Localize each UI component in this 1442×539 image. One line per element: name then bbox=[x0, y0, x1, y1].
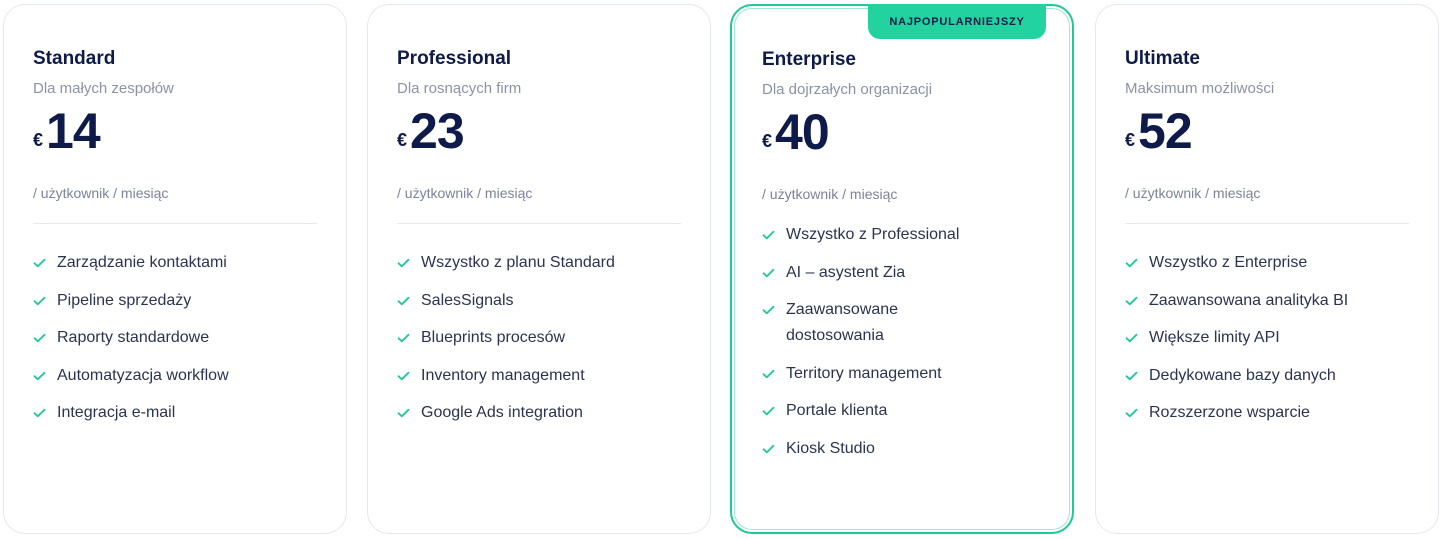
check-icon bbox=[1125, 363, 1139, 389]
price: € 14 bbox=[33, 101, 101, 159]
feature-item: Kiosk Studio bbox=[762, 436, 1044, 462]
check-icon bbox=[762, 398, 776, 424]
feature-item: Inventory management bbox=[397, 363, 681, 389]
feature-label: Zaawansowane dostosowania bbox=[786, 301, 899, 344]
feature-label: AI – asystent Zia bbox=[786, 263, 906, 281]
plan-card-ultimate[interactable]: Ultimate Maksimum możliwości € 52 / użyt… bbox=[1095, 4, 1439, 534]
check-icon bbox=[1125, 325, 1139, 351]
divider bbox=[33, 223, 317, 224]
price: € 40 bbox=[762, 102, 830, 160]
check-icon bbox=[397, 288, 411, 314]
check-icon bbox=[33, 325, 47, 351]
price-period: / użytkownik / miesiąc bbox=[1125, 185, 1261, 201]
feature-item: Rozszerzone wsparcie bbox=[1125, 400, 1409, 426]
feature-item: Wszystko z Professional bbox=[762, 222, 1044, 248]
feature-label: Dedykowane bazy danych bbox=[1149, 366, 1336, 384]
feature-item: Dedykowane bazy danych bbox=[1125, 363, 1409, 389]
feature-item: Automatyzacja workflow bbox=[33, 363, 317, 389]
feature-label: Portale klienta bbox=[786, 402, 888, 419]
feature-label: Wszystko z Enterprise bbox=[1149, 254, 1308, 271]
feature-label: Inventory management bbox=[421, 366, 585, 384]
check-icon bbox=[397, 400, 411, 426]
check-icon bbox=[33, 400, 47, 426]
feature-item: Pipeline sprzedaży bbox=[33, 288, 317, 314]
feature-label: Rozszerzone wsparcie bbox=[1149, 404, 1310, 421]
divider bbox=[1125, 223, 1409, 224]
price: € 23 bbox=[397, 101, 465, 159]
feature-label: Zarządzanie kontaktami bbox=[57, 254, 227, 271]
feature-label: Pipeline sprzedaży bbox=[57, 291, 192, 309]
check-icon bbox=[33, 363, 47, 389]
feature-label: Wszystko z Professional bbox=[786, 226, 960, 243]
feature-label: Integracja e-mail bbox=[57, 404, 176, 421]
check-icon bbox=[397, 363, 411, 389]
feature-item: Wszystko z Enterprise bbox=[1125, 250, 1409, 276]
feature-item: Google Ads integration bbox=[397, 400, 681, 426]
check-icon bbox=[33, 250, 47, 276]
check-icon bbox=[762, 260, 776, 286]
plan-subtitle: Dla rosnących firm bbox=[397, 80, 522, 97]
check-icon bbox=[1125, 400, 1139, 426]
plan-card-enterprise[interactable]: NAJPOPULARNIEJSZY Enterprise Dla dojrzał… bbox=[730, 4, 1074, 534]
feature-item: AI – asystent Zia bbox=[762, 260, 1044, 286]
price-period: / użytkownik / miesiąc bbox=[762, 186, 898, 202]
feature-item: Zaawansowane dostosowania bbox=[762, 297, 1044, 349]
feature-list: Zarządzanie kontaktami Pipeline sprzedaż… bbox=[33, 250, 317, 438]
feature-item: SalesSignals bbox=[397, 288, 681, 314]
feature-item: Większe limity API bbox=[1125, 325, 1409, 351]
feature-list: Wszystko z Enterprise Zaawansowana anali… bbox=[1125, 250, 1409, 438]
feature-label: Google Ads integration bbox=[421, 404, 583, 421]
feature-label: Zaawansowana analityka BI bbox=[1149, 291, 1349, 309]
feature-label: Blueprints procesów bbox=[421, 329, 566, 346]
check-icon bbox=[762, 361, 776, 387]
check-icon bbox=[762, 222, 776, 248]
plan-subtitle: Dla małych zespołów bbox=[33, 80, 174, 97]
plan-subtitle: Dla dojrzałych organizacji bbox=[762, 81, 933, 98]
check-icon bbox=[397, 250, 411, 276]
currency-symbol: € bbox=[762, 131, 773, 151]
plan-name: Ultimate bbox=[1125, 48, 1200, 69]
feature-item: Territory management bbox=[762, 361, 1044, 387]
check-icon bbox=[762, 297, 776, 323]
currency-symbol: € bbox=[33, 130, 44, 150]
plan-name: Standard bbox=[33, 48, 116, 69]
check-icon bbox=[1125, 250, 1139, 276]
price-amount: 52 bbox=[1138, 103, 1193, 159]
plan-name: Enterprise bbox=[762, 49, 856, 70]
feature-item: Zaawansowana analityka BI bbox=[1125, 288, 1409, 314]
feature-label: Raporty standardowe bbox=[57, 329, 210, 346]
price: € 52 bbox=[1125, 101, 1193, 159]
check-icon bbox=[1125, 288, 1139, 314]
feature-label: Territory management bbox=[786, 364, 942, 382]
feature-label: Większe limity API bbox=[1149, 329, 1280, 346]
check-icon bbox=[33, 288, 47, 314]
plan-card-standard[interactable]: Standard Dla małych zespołów € 14 / użyt… bbox=[3, 4, 347, 534]
check-icon bbox=[397, 325, 411, 351]
price-amount: 40 bbox=[775, 104, 830, 160]
feature-item: Blueprints procesów bbox=[397, 325, 681, 351]
feature-item: Integracja e-mail bbox=[33, 400, 317, 426]
feature-list: Wszystko z planu Standard SalesSignals B… bbox=[397, 250, 681, 438]
divider bbox=[397, 223, 681, 224]
check-icon bbox=[762, 436, 776, 462]
feature-item: Wszystko z planu Standard bbox=[397, 250, 681, 276]
feature-label: Wszystko z planu Standard bbox=[421, 254, 615, 271]
currency-symbol: € bbox=[1125, 130, 1136, 150]
plan-card-professional[interactable]: Professional Dla rosnących firm € 23 / u… bbox=[367, 4, 711, 534]
price-period: / użytkownik / miesiąc bbox=[397, 185, 533, 201]
feature-label: Kiosk Studio bbox=[786, 439, 875, 457]
feature-item: Raporty standardowe bbox=[33, 325, 317, 351]
feature-label: Automatyzacja workflow bbox=[57, 366, 229, 384]
price-amount: 14 bbox=[46, 103, 101, 159]
plan-subtitle: Maksimum możliwości bbox=[1125, 80, 1275, 97]
plan-name: Professional bbox=[397, 48, 512, 69]
currency-symbol: € bbox=[397, 130, 408, 150]
price-period: / użytkownik / miesiąc bbox=[33, 185, 169, 201]
feature-list: Wszystko z Professional AI – asystent Zi… bbox=[762, 222, 1044, 473]
feature-item: Zarządzanie kontaktami bbox=[33, 250, 317, 276]
price-amount: 23 bbox=[410, 103, 465, 159]
feature-item: Portale klienta bbox=[762, 398, 1044, 424]
feature-label: SalesSignals bbox=[421, 291, 514, 309]
